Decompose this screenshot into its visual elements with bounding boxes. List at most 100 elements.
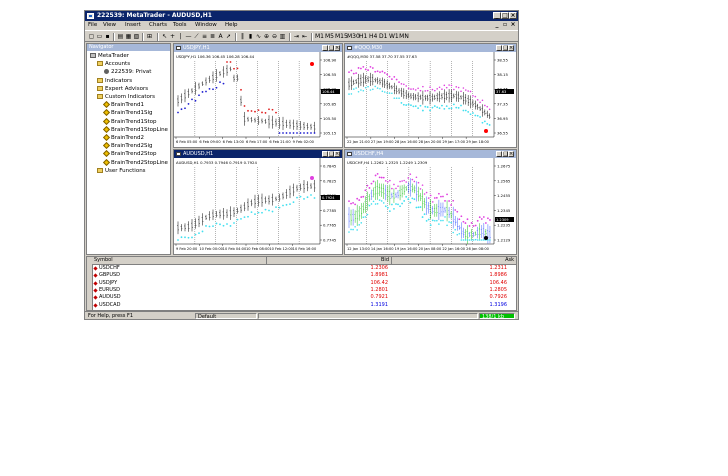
- open-icon[interactable]: ▭: [96, 33, 103, 40]
- chart-window-usdjpy[interactable]: USDJPY,H1 _ □ × USDJPY,H1 106.36 106.45 …: [173, 43, 343, 148]
- period-m1-button[interactable]: M1: [315, 33, 324, 40]
- title-bar[interactable]: 222539: MetaTrader - AUDUSD,H1 _ □ ×: [85, 11, 518, 21]
- chart-usdjpy[interactable]: USDJPY,H1 106.36 106.45 106.28 106.44 106…: [174, 52, 342, 147]
- navigator-item[interactable]: Accounts: [97, 60, 130, 68]
- chart-shift-icon[interactable]: ⇤: [301, 33, 308, 40]
- ask-cell: 1.2311: [489, 265, 508, 271]
- child-close-button[interactable]: ×: [509, 22, 517, 29]
- navigator-item[interactable]: MetaTrader: [90, 52, 129, 60]
- minimize-button[interactable]: _: [493, 12, 501, 19]
- x-axis-label: 20 Jan 08:00: [419, 247, 442, 251]
- market-watch-row[interactable]: USDCAD 1.3191 1.3196: [92, 302, 516, 309]
- menu-window[interactable]: Window: [195, 21, 217, 30]
- indicator-icon: [102, 109, 111, 117]
- navigator-item[interactable]: User Functions: [97, 167, 146, 175]
- autoscroll-icon[interactable]: ⇥: [293, 33, 300, 40]
- maximize-button[interactable]: □: [501, 12, 509, 19]
- menu-file[interactable]: File: [88, 21, 97, 30]
- market-watch-row[interactable]: EURUSD 1.2801 1.2805: [92, 287, 516, 294]
- column-symbol[interactable]: Symbol: [92, 257, 267, 264]
- bar-chart-icon[interactable]: ‖: [239, 33, 246, 40]
- period-m15-button[interactable]: M15: [335, 33, 348, 40]
- child-restore-button[interactable]: ▫: [501, 22, 509, 29]
- navigator-item[interactable]: 222539: Privat: [104, 68, 151, 76]
- chart-close-button[interactable]: ×: [508, 45, 514, 51]
- market-watch-row[interactable]: AUDUSD 0.7921 0.7926: [92, 294, 516, 301]
- close-button[interactable]: ×: [509, 12, 517, 19]
- period-h4-button[interactable]: H4: [369, 33, 377, 40]
- chart-titlebar[interactable]: USDCHF,H4 _ □ ×: [345, 150, 516, 158]
- market-watch-row[interactable]: USDJPY 106.42 106.46: [92, 280, 516, 287]
- arrow-icon[interactable]: ➚: [225, 33, 232, 40]
- period-d1-button[interactable]: D1: [379, 33, 387, 40]
- line-chart-icon[interactable]: ∿: [255, 33, 262, 40]
- status-bar: For Help, press F1 Default 138/1 kb: [85, 311, 518, 319]
- navigator-item[interactable]: BrainTrend1Stop: [102, 117, 156, 126]
- trendline-icon[interactable]: ⟋: [193, 33, 200, 40]
- zoom-in-icon[interactable]: ⊕: [263, 33, 270, 40]
- navigator-item[interactable]: BrainTrend2: [102, 133, 144, 142]
- chart-audusd[interactable]: AUDUSD,H1 0.7933 0.7946 0.7919 0.7924 0.7…: [174, 158, 342, 254]
- navigator-item[interactable]: BrainTrend1StopLine: [102, 125, 168, 134]
- menu-help[interactable]: Help: [225, 21, 238, 30]
- chart-close-button[interactable]: ×: [508, 151, 514, 157]
- navigator-item[interactable]: BrainTrend1Sig: [102, 109, 152, 117]
- menu-insert[interactable]: Insert: [125, 21, 141, 30]
- new-chart-icon[interactable]: ▢: [88, 33, 95, 40]
- child-minimize-button[interactable]: _: [493, 22, 501, 29]
- navigator-item[interactable]: BrainTrend2StopLine: [102, 158, 168, 167]
- chart-titlebar[interactable]: #QQQ,M30 _ □ ×: [345, 44, 516, 52]
- cursor-icon[interactable]: ↖: [161, 33, 168, 40]
- print-icon[interactable]: ▤: [117, 33, 124, 40]
- period-m5-button[interactable]: M5: [325, 33, 334, 40]
- channel-icon[interactable]: ≡: [201, 33, 208, 40]
- chart-window-audusd[interactable]: AUDUSD,H1 _ □ × AUDUSD,H1 0.7933 0.7946 …: [173, 149, 343, 255]
- chart-wizard-icon[interactable]: ⊞: [146, 33, 153, 40]
- fibo-icon[interactable]: ≣: [209, 33, 216, 40]
- save-icon[interactable]: ▪: [104, 33, 111, 40]
- status-profile[interactable]: Default: [195, 313, 257, 319]
- indicator-icon: [102, 125, 111, 133]
- chart-titlebar[interactable]: USDJPY,H1 _ □ ×: [174, 44, 342, 52]
- navigator-item[interactable]: Indicators: [97, 77, 132, 85]
- navigator-item-label: BrainTrend1: [111, 102, 144, 109]
- horizontal-line-icon[interactable]: —: [185, 33, 192, 40]
- chart-close-button[interactable]: ×: [334, 45, 340, 51]
- column-ask[interactable]: Ask: [392, 257, 516, 264]
- market-watch-row[interactable]: GBPUSD 1.8981 1.8986: [92, 272, 516, 279]
- candle-chart-icon[interactable]: ▮: [247, 33, 254, 40]
- market-watch-row[interactable]: USDCHF 1.2306 1.2311: [92, 265, 516, 272]
- period-m30-button[interactable]: M30: [347, 33, 360, 40]
- chart-close-button[interactable]: ×: [334, 151, 340, 157]
- navigator-item-label: BrainTrend2: [111, 135, 144, 141]
- navigator-item[interactable]: BrainTrend2Sig: [102, 142, 152, 150]
- navigator-item[interactable]: BrainTrend2Stop: [102, 150, 156, 158]
- crosshair-icon[interactable]: +: [169, 33, 176, 40]
- y-axis-label: 1.2129: [497, 238, 511, 243]
- y-axis-label: 38.15: [497, 72, 508, 77]
- column-bid[interactable]: Bid: [267, 257, 392, 264]
- period-w1-button[interactable]: W1: [389, 33, 399, 40]
- terminal-icon[interactable]: ▧: [133, 33, 140, 40]
- tile-windows-icon[interactable]: ▥: [279, 33, 286, 40]
- navigator-icon[interactable]: ▦: [125, 33, 132, 40]
- menu-charts[interactable]: Charts: [149, 21, 167, 30]
- menu-view[interactable]: View: [103, 21, 116, 30]
- x-axis-label: 14 Jan 16:00: [371, 247, 394, 251]
- menu-tools[interactable]: Tools: [173, 21, 187, 30]
- x-axis-label: 10 Feb 04:00: [223, 247, 247, 251]
- chart-usdchf[interactable]: USDCHF,H4 1.2262 1.2325 1.2249 1.2309 1.2…: [345, 158, 516, 254]
- navigator-item[interactable]: Expert Advisors: [97, 85, 148, 93]
- bid-cell: 1.2306: [370, 265, 389, 271]
- chart-qqq[interactable]: #QQQ,M30 37.58 37.70 37.55 37.63 38.55 38.…: [345, 52, 516, 147]
- text-icon[interactable]: A: [217, 33, 224, 40]
- status-connection: 138/1 kb: [479, 313, 515, 319]
- chart-window-qqq[interactable]: #QQQ,M30 _ □ × #QQQ,M30 37.58 37.70 37.5…: [344, 43, 517, 148]
- period-h1-button[interactable]: H1: [359, 33, 367, 40]
- chart-window-usdchf[interactable]: USDCHF,H4 _ □ × USDCHF,H4 1.2262 1.2325 …: [344, 149, 517, 255]
- navigator-item[interactable]: BrainTrend1: [102, 101, 144, 109]
- zoom-out-icon[interactable]: ⊖: [271, 33, 278, 40]
- chart-titlebar[interactable]: AUDUSD,H1 _ □ ×: [174, 150, 342, 158]
- period-mn-button[interactable]: MN: [399, 33, 409, 40]
- vertical-line-icon[interactable]: |: [177, 33, 184, 40]
